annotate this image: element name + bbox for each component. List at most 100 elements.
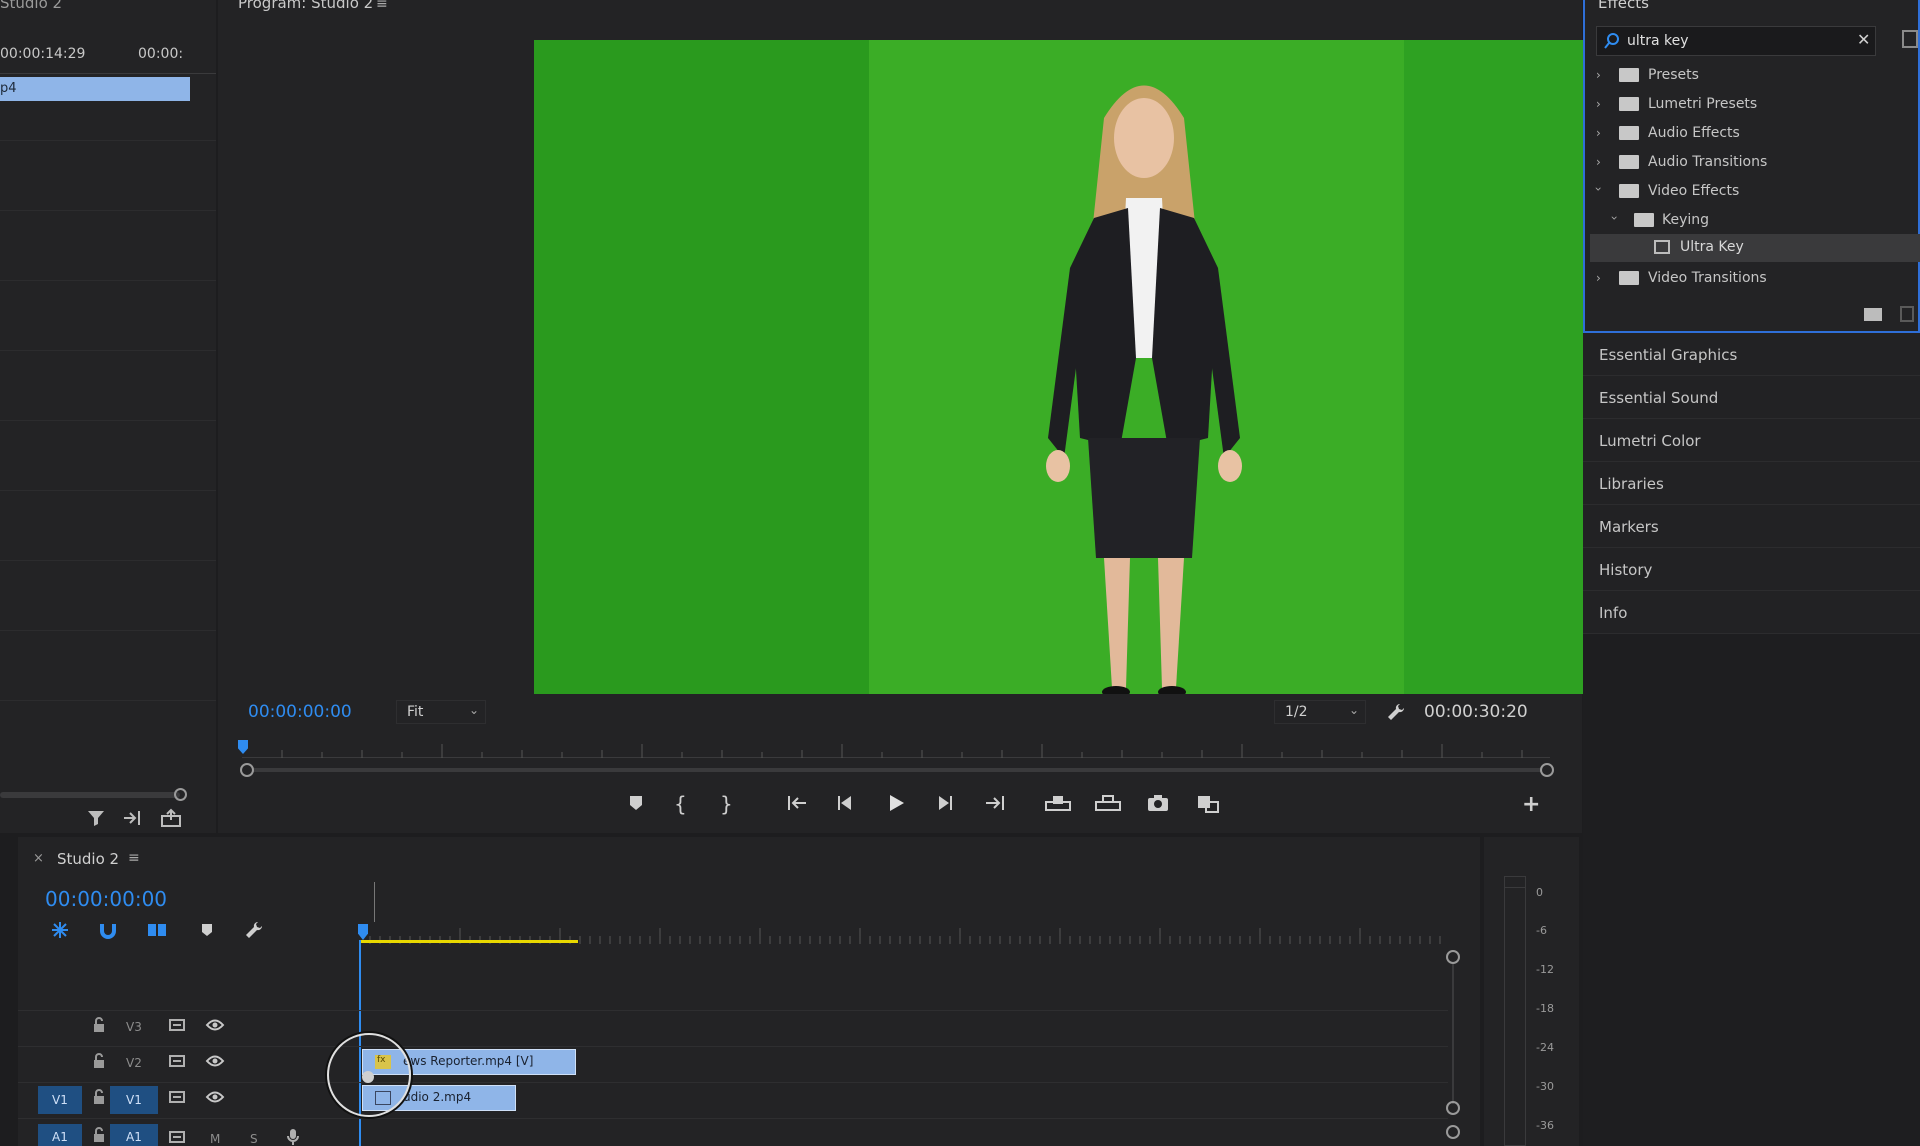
close-tab-icon[interactable]: × (33, 851, 44, 866)
video-tracks-scrollbar[interactable] (1452, 964, 1454, 1104)
tree-item-video-effects[interactable]: › Video Effects (1591, 178, 1920, 206)
add-marker-icon[interactable] (628, 794, 644, 812)
chevron-right-icon[interactable]: › (1596, 97, 1601, 111)
panel-menu-icon[interactable]: ≡ (128, 850, 140, 866)
source-zoom-scrollbar[interactable] (0, 792, 180, 798)
panel-tab-label: Libraries (1599, 475, 1664, 493)
program-scroll-right-handle[interactable] (1540, 763, 1554, 777)
chevron-right-icon[interactable]: › (1596, 126, 1601, 140)
chevron-right-icon[interactable]: › (1596, 155, 1601, 169)
effects-search-box[interactable]: ✕ (1596, 26, 1876, 56)
button-editor-add-icon[interactable]: + (1522, 792, 1540, 817)
lock-icon[interactable] (92, 1127, 106, 1143)
tree-item-lumetri-presets[interactable]: › Lumetri Presets (1596, 91, 1920, 119)
lift-icon[interactable] (1044, 794, 1072, 812)
track-label-v3[interactable]: V3 (126, 1020, 142, 1034)
work-area-bar[interactable] (360, 940, 578, 943)
go-to-in-icon[interactable] (786, 794, 808, 812)
clear-search-icon[interactable]: ✕ (1857, 30, 1870, 49)
source-patch-v1[interactable]: V1 (38, 1086, 82, 1114)
tree-item-label: Audio Effects (1648, 125, 1740, 141)
tree-item-audio-transitions[interactable]: › Audio Transitions (1596, 149, 1920, 177)
sync-lock-icon[interactable] (168, 1130, 186, 1144)
panel-menu-icon[interactable]: ≡ (376, 0, 388, 12)
program-time-ruler[interactable] (242, 740, 1550, 758)
program-video-frame[interactable] (534, 40, 1698, 694)
track-label-v2[interactable]: V2 (126, 1056, 142, 1070)
timeline-current-timecode[interactable]: 00:00:00:00 (45, 887, 167, 911)
program-current-timecode[interactable]: 00:00:00:00 (248, 702, 352, 722)
insert-icon[interactable] (122, 808, 144, 828)
chevron-down-icon[interactable]: › (1591, 187, 1605, 192)
clip-indicator[interactable] (1504, 876, 1526, 888)
panel-tab-lumetri-color[interactable]: Lumetri Color (1583, 419, 1920, 462)
wrench-icon[interactable] (1386, 702, 1406, 722)
add-marker-icon[interactable] (200, 922, 214, 938)
video-tracks-scroll-handle-bottom[interactable] (1446, 1101, 1460, 1115)
program-zoom-scrollbar[interactable] (248, 768, 1548, 772)
play-icon[interactable] (886, 793, 906, 813)
tree-item-presets[interactable]: › Presets (1596, 62, 1920, 90)
effects-search-input[interactable] (1627, 31, 1847, 51)
timeline-tab-title[interactable]: Studio 2 (57, 850, 119, 868)
export-frame-camera-icon[interactable] (1146, 794, 1170, 812)
playback-resolution-select[interactable]: 1/2 ⌄ (1274, 700, 1366, 724)
nest-sequence-icon[interactable] (50, 920, 70, 940)
chevron-down-icon[interactable]: › (1607, 216, 1621, 221)
go-to-out-icon[interactable] (984, 794, 1006, 812)
mute-track-button[interactable]: M (210, 1132, 220, 1146)
source-time-ruler[interactable] (0, 60, 216, 74)
tree-item-video-transitions[interactable]: › Video Transitions (1596, 265, 1920, 293)
filter-icon[interactable] (86, 808, 106, 828)
snap-magnet-icon[interactable] (99, 920, 117, 940)
solo-track-button[interactable]: S (250, 1132, 258, 1146)
panel-tab-libraries[interactable]: Libraries (1583, 462, 1920, 505)
new-custom-bin-icon[interactable] (1864, 308, 1882, 321)
trash-icon[interactable] (1900, 306, 1914, 322)
panel-tab-essential-sound[interactable]: Essential Sound (1583, 376, 1920, 419)
track-target-a1[interactable]: A1 (110, 1124, 158, 1146)
mark-out-icon[interactable]: } (720, 792, 733, 816)
tree-item-audio-effects[interactable]: › Audio Effects (1596, 120, 1920, 148)
clip-label: ews Reporter.mp4 [V] (403, 1054, 534, 1068)
folder-icon (1634, 213, 1654, 227)
sync-lock-icon[interactable] (168, 1054, 186, 1068)
eye-icon[interactable] (205, 1018, 225, 1032)
tree-item-ultra-key[interactable]: Ultra Key (1590, 234, 1920, 262)
extract-icon[interactable] (1094, 794, 1122, 812)
comparison-view-icon[interactable] (1196, 794, 1220, 814)
step-back-icon[interactable] (836, 794, 854, 812)
export-frame-icon[interactable] (160, 808, 182, 828)
new-bin-icon[interactable] (1902, 30, 1918, 48)
lock-icon[interactable] (92, 1017, 106, 1033)
linked-selection-icon[interactable] (146, 920, 168, 940)
source-patch-a1[interactable]: A1 (38, 1124, 82, 1146)
zoom-level-select[interactable]: Fit ⌄ (396, 700, 486, 724)
mark-in-icon[interactable]: { (674, 792, 687, 816)
sync-lock-icon[interactable] (168, 1018, 186, 1032)
audio-tracks-scroll-handle[interactable] (1446, 1125, 1460, 1139)
folder-icon (1619, 271, 1639, 285)
eye-icon[interactable] (205, 1054, 225, 1068)
chevron-right-icon[interactable]: › (1596, 68, 1601, 82)
folder-icon (1619, 155, 1639, 169)
step-forward-icon[interactable] (936, 794, 954, 812)
eye-icon[interactable] (205, 1090, 225, 1104)
panel-tab-history[interactable]: History (1583, 548, 1920, 591)
timeline-settings-wrench-icon[interactable] (244, 920, 264, 940)
sync-lock-icon[interactable] (168, 1090, 186, 1104)
microphone-icon[interactable] (286, 1128, 300, 1146)
program-scroll-left-handle[interactable] (240, 763, 254, 777)
meter-scale-label: -24 (1536, 1041, 1554, 1054)
lock-icon[interactable] (92, 1089, 106, 1105)
tree-item-keying[interactable]: › Keying (1596, 207, 1920, 235)
panel-tab-essential-graphics[interactable]: Essential Graphics (1583, 333, 1920, 376)
source-clip[interactable]: p4 (0, 77, 190, 101)
chevron-right-icon[interactable]: › (1596, 271, 1601, 285)
track-target-v1[interactable]: V1 (110, 1086, 158, 1114)
panel-tab-markers[interactable]: Markers (1583, 505, 1920, 548)
lock-icon[interactable] (92, 1053, 106, 1069)
video-tracks-scroll-handle[interactable] (1446, 950, 1460, 964)
panel-tab-info[interactable]: Info (1583, 591, 1920, 634)
source-scroll-handle[interactable] (174, 788, 187, 801)
